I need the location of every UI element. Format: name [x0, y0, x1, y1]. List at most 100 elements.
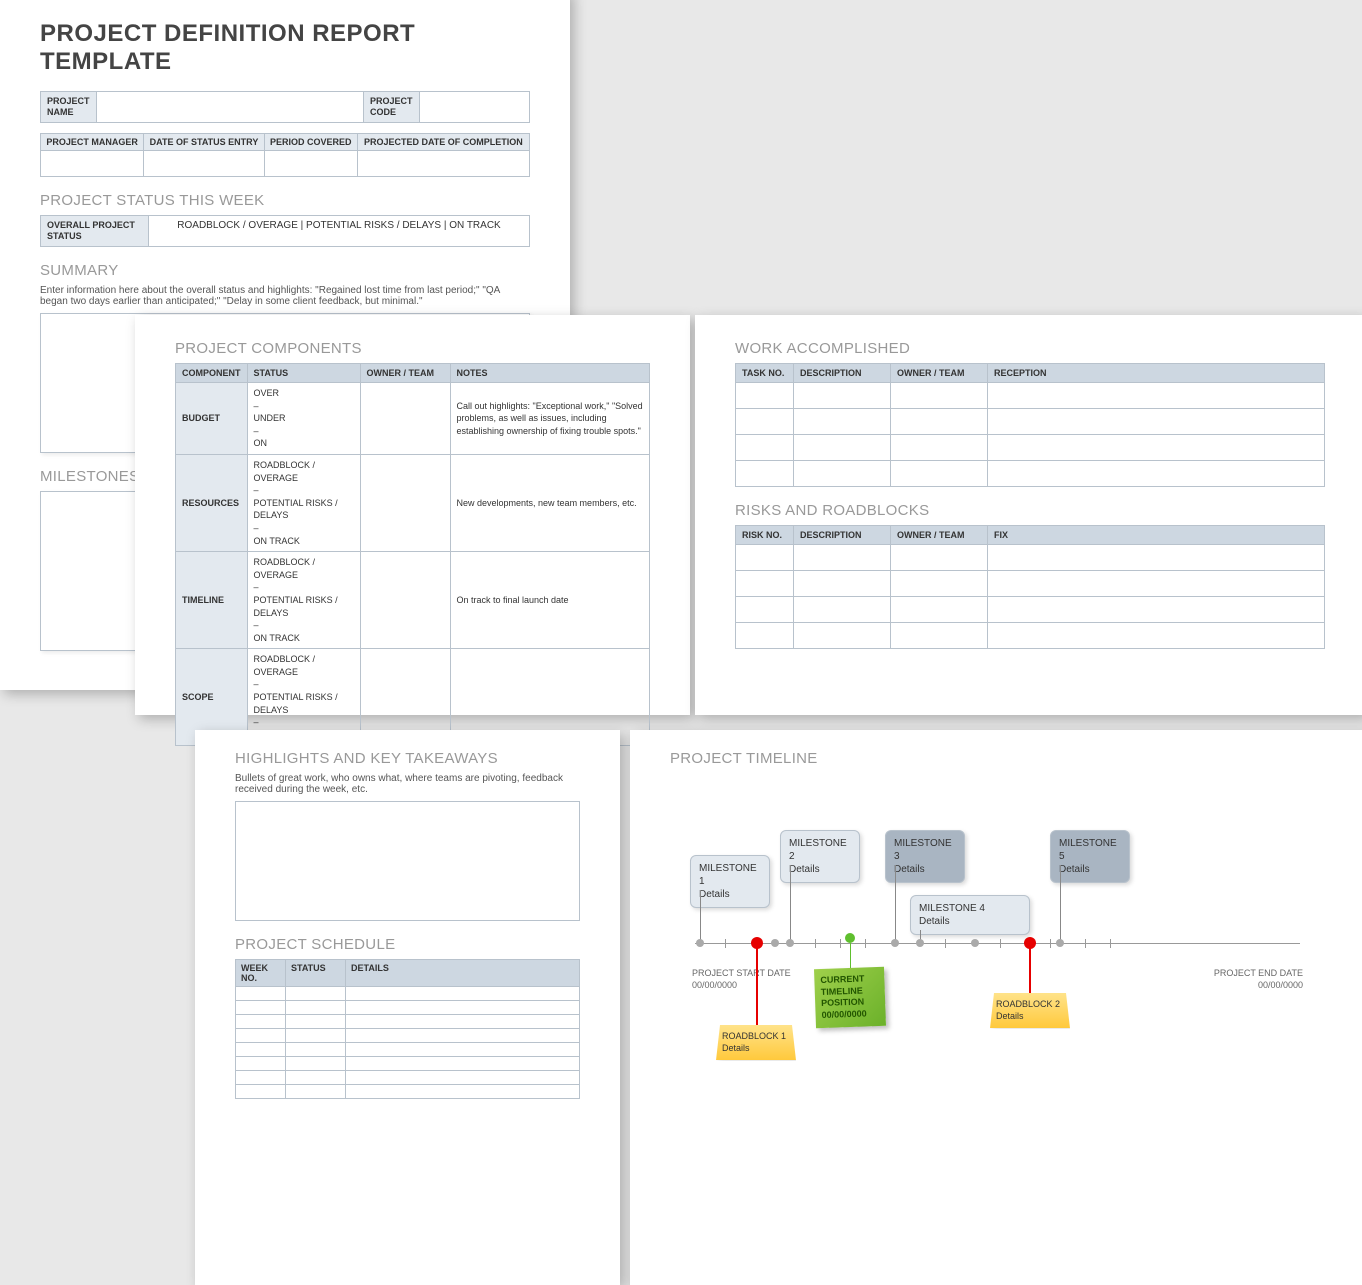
work-header: DESCRIPTION [794, 364, 891, 383]
cell[interactable] [794, 545, 891, 571]
cell[interactable] [286, 1057, 346, 1071]
cell[interactable] [346, 1001, 580, 1015]
cell[interactable] [891, 409, 988, 435]
risk-header: DESCRIPTION [794, 526, 891, 545]
meta-cell[interactable] [41, 151, 144, 177]
cell[interactable] [236, 1071, 286, 1085]
cell[interactable] [736, 435, 794, 461]
status-section-heading: PROJECT STATUS THIS WEEK [40, 192, 530, 209]
cell[interactable] [891, 597, 988, 623]
cell[interactable] [794, 383, 891, 409]
meta-cell[interactable] [144, 151, 265, 177]
cell[interactable] [236, 1001, 286, 1015]
highlights-heading: HIGHLIGHTS AND KEY TAKEAWAYS [235, 750, 580, 767]
cell[interactable] [988, 571, 1325, 597]
overall-status-table: OVERALL PROJECT STATUS ROADBLOCK / OVERA… [40, 215, 530, 247]
cell[interactable] [736, 571, 794, 597]
cell[interactable] [346, 1057, 580, 1071]
milestone-5-connector [1060, 865, 1061, 943]
cell[interactable] [236, 987, 286, 1001]
comp-notes[interactable]: Call out highlights: "Exceptional work,"… [450, 383, 650, 455]
cell[interactable] [988, 409, 1325, 435]
cell[interactable] [346, 987, 580, 1001]
cell[interactable] [891, 383, 988, 409]
cell[interactable] [346, 1015, 580, 1029]
work-header: TASK NO. [736, 364, 794, 383]
meta-cell[interactable] [264, 151, 357, 177]
overall-status-label: OVERALL PROJECT STATUS [41, 216, 149, 247]
cell[interactable] [286, 1001, 346, 1015]
cell[interactable] [794, 435, 891, 461]
cell[interactable] [286, 1029, 346, 1043]
cell[interactable] [794, 409, 891, 435]
summary-heading: SUMMARY [40, 262, 530, 279]
meta-header: PROJECTED DATE OF COMPLETION [357, 133, 529, 151]
cell[interactable] [988, 435, 1325, 461]
project-name-label: PROJECT NAME [41, 92, 97, 123]
cell[interactable] [346, 1071, 580, 1085]
cell[interactable] [236, 1057, 286, 1071]
tick [1110, 939, 1111, 948]
cell[interactable] [286, 1043, 346, 1057]
cell[interactable] [988, 623, 1325, 649]
comp-status[interactable]: OVER – UNDER – ON [247, 383, 360, 455]
cell[interactable] [988, 461, 1325, 487]
cell[interactable] [794, 597, 891, 623]
tick [865, 939, 866, 948]
work-table: TASK NO. DESCRIPTION OWNER / TEAM RECEPT… [735, 363, 1325, 487]
highlights-box[interactable] [235, 801, 580, 921]
cell[interactable] [236, 1015, 286, 1029]
comp-status[interactable]: ROADBLOCK / OVERAGE – POTENTIAL RISKS / … [247, 454, 360, 551]
cell[interactable] [736, 461, 794, 487]
cell[interactable] [891, 545, 988, 571]
meta-header: DATE OF STATUS ENTRY [144, 133, 265, 151]
comp-owner[interactable] [360, 454, 450, 551]
cell[interactable] [346, 1043, 580, 1057]
comp-name: TIMELINE [176, 552, 248, 649]
cell[interactable] [891, 571, 988, 597]
cell[interactable] [891, 461, 988, 487]
roadblock-1-box: ROADBLOCK 1 Details [716, 1025, 796, 1060]
overall-status-options[interactable]: ROADBLOCK / OVERAGE | POTENTIAL RISKS / … [149, 216, 530, 247]
risk-header: FIX [988, 526, 1325, 545]
tick [725, 939, 726, 948]
timeline-heading: PROJECT TIMELINE [670, 750, 1325, 767]
comp-header: COMPONENT [176, 364, 248, 383]
comp-notes[interactable]: On track to final launch date [450, 552, 650, 649]
cell[interactable] [346, 1085, 580, 1099]
comp-status[interactable]: ROADBLOCK / OVERAGE – POTENTIAL RISKS / … [247, 552, 360, 649]
cell[interactable] [736, 383, 794, 409]
cell[interactable] [236, 1029, 286, 1043]
cell[interactable] [286, 1071, 346, 1085]
project-code-value[interactable] [420, 92, 530, 123]
sched-header: WEEK NO. [236, 960, 286, 987]
project-name-value[interactable] [97, 92, 364, 123]
cell[interactable] [286, 1015, 346, 1029]
cell[interactable] [346, 1029, 580, 1043]
cell[interactable] [736, 623, 794, 649]
milestone-2-box: MILESTONE 2 Details [780, 830, 860, 883]
tick [971, 939, 979, 947]
comp-owner[interactable] [360, 383, 450, 455]
cell[interactable] [891, 435, 988, 461]
cell[interactable] [736, 545, 794, 571]
milestone-3-connector [895, 865, 896, 943]
cell[interactable] [988, 383, 1325, 409]
comp-notes[interactable]: New developments, new team members, etc. [450, 454, 650, 551]
cell[interactable] [988, 597, 1325, 623]
cell[interactable] [794, 623, 891, 649]
cell[interactable] [736, 597, 794, 623]
milestone-2-connector [790, 865, 791, 943]
meta-header: PERIOD COVERED [264, 133, 357, 151]
cell[interactable] [736, 409, 794, 435]
cell[interactable] [286, 987, 346, 1001]
cell[interactable] [988, 545, 1325, 571]
cell[interactable] [794, 571, 891, 597]
cell[interactable] [794, 461, 891, 487]
meta-cell[interactable] [357, 151, 529, 177]
comp-owner[interactable] [360, 552, 450, 649]
cell[interactable] [286, 1085, 346, 1099]
cell[interactable] [891, 623, 988, 649]
cell[interactable] [236, 1085, 286, 1099]
cell[interactable] [236, 1043, 286, 1057]
